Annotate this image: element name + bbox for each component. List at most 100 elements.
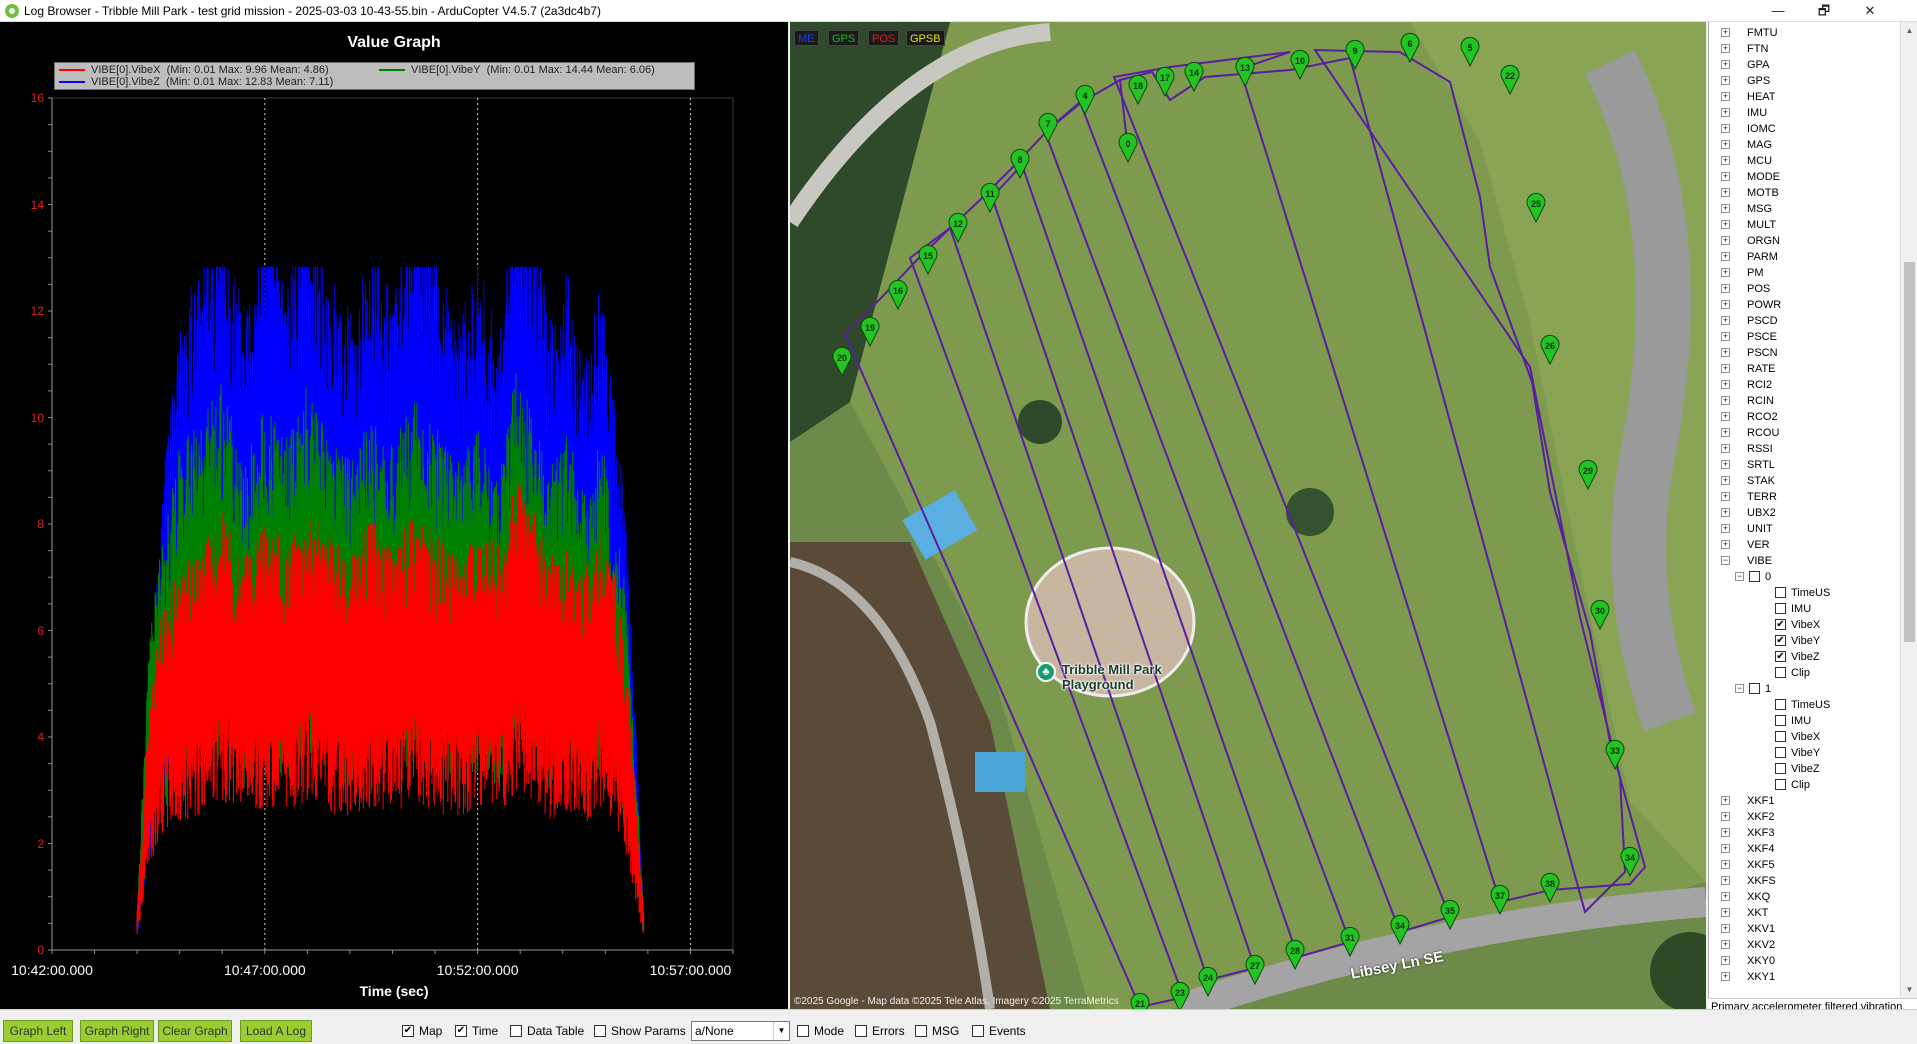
tree-item[interactable]: MODE [1747,169,1780,185]
expand-icon[interactable]: + [1721,972,1730,981]
expand-icon[interactable]: + [1721,796,1730,805]
tree-item[interactable]: XKV1 [1747,921,1775,937]
expand-icon[interactable]: + [1721,828,1730,837]
checkbox-icon[interactable] [1775,667,1786,678]
close-button[interactable]: ✕ [1847,0,1893,22]
tree-item-instance[interactable]: 1 [1765,681,1771,697]
tree-item[interactable]: HEAT [1747,89,1776,105]
log-message-tree[interactable]: + FMTU + FTN + GPA + GPS + HEAT + IMU + IOMC + MAG + MCU +… [1708,22,1917,998]
tree-item[interactable]: POS [1747,281,1770,297]
tree-field-vibey[interactable]: VibeY [1791,745,1820,761]
expand-icon[interactable]: + [1721,540,1730,549]
expand-icon[interactable]: + [1721,268,1730,277]
expand-icon[interactable]: + [1721,332,1730,341]
expand-icon[interactable]: + [1721,508,1730,517]
tree-item[interactable]: XKF1 [1747,793,1775,809]
collapse-icon[interactable]: − [1735,684,1744,693]
checkbox-icon[interactable] [1749,683,1760,694]
expand-icon[interactable]: + [1721,844,1730,853]
scroll-down-icon[interactable]: ▼ [1901,981,1917,998]
layer-tag-pos[interactable]: POS [868,30,900,46]
tree-item[interactable]: GPA [1747,57,1769,73]
checkbox-icon[interactable] [1775,731,1786,742]
collapse-icon[interactable]: − [1735,572,1744,581]
expand-icon[interactable]: + [1721,380,1730,389]
expand-icon[interactable]: + [1721,28,1730,37]
events-checkbox[interactable]: Events [972,1024,1026,1038]
expand-icon[interactable]: + [1721,812,1730,821]
tree-field-timeus[interactable]: TimeUS [1791,585,1830,601]
tree-item[interactable]: VER [1747,537,1770,553]
tree-item[interactable]: PM [1747,265,1764,281]
tree-item[interactable]: RCI2 [1747,377,1772,393]
tree-item[interactable]: MOTB [1747,185,1779,201]
tree-item[interactable]: RCIN [1747,393,1774,409]
poi-playground[interactable]: ♣ Tribble Mill Park Playground [1036,662,1182,692]
expand-icon[interactable]: + [1721,460,1730,469]
expand-icon[interactable]: + [1721,940,1730,949]
tree-field-imu[interactable]: IMU [1791,713,1811,729]
checkbox-box[interactable] [797,1025,809,1037]
expand-icon[interactable]: + [1721,364,1730,373]
tree-item-instance[interactable]: 0 [1765,569,1771,585]
tree-field-vibex[interactable]: VibeX [1791,729,1820,745]
tree-field-vibey[interactable]: VibeY [1791,633,1820,649]
tree-field-vibez[interactable]: VibeZ [1791,761,1820,777]
tree-item[interactable]: XKY0 [1747,953,1775,969]
tree-item[interactable]: PARM [1747,249,1778,265]
tree-field-vibez[interactable]: VibeZ [1791,649,1820,665]
tree-field-vibex[interactable]: VibeX [1791,617,1820,633]
checkbox-icon[interactable]: ✔ [1775,619,1786,630]
expand-icon[interactable]: + [1721,444,1730,453]
value-graph-panel[interactable]: Value Graph VIBE[0].VibeX (Min: 0.01 Max… [0,22,788,1009]
tree-item[interactable]: FMTU [1747,25,1778,41]
tree-item[interactable]: SRTL [1747,457,1775,473]
tree-item[interactable]: XKQ [1747,889,1770,905]
tree-item[interactable]: PSCD [1747,313,1778,329]
checkbox-box[interactable] [915,1025,927,1037]
tree-item[interactable]: XKF3 [1747,825,1775,841]
expand-icon[interactable]: + [1721,348,1730,357]
layer-tag-me[interactable]: ME [794,30,819,46]
expand-icon[interactable]: + [1721,156,1730,165]
map-panel[interactable]: 0 4 7 8 11 12 15 16 19 20 21 23 24 27 28 31 34 35 37 38 34 33… [790,22,1706,1009]
time-checkbox[interactable]: ✔ Time [455,1024,498,1038]
tree-scrollbar[interactable]: ▲ ▼ [1900,22,1917,998]
checkbox-box[interactable]: ✔ [455,1025,467,1037]
expand-icon[interactable]: + [1721,860,1730,869]
expand-icon[interactable]: + [1721,396,1730,405]
expand-icon[interactable]: + [1721,92,1730,101]
expand-icon[interactable]: + [1721,492,1730,501]
checkbox-icon[interactable] [1749,571,1760,582]
expand-icon[interactable]: + [1721,876,1730,885]
graph-left-button[interactable]: Graph Left [3,1020,73,1042]
tree-item[interactable]: XKF2 [1747,809,1775,825]
tree-field-clip[interactable]: Clip [1791,777,1810,793]
tree-item[interactable]: XKFS [1747,873,1776,889]
tree-item[interactable]: VIBE [1747,553,1772,569]
checkbox-box[interactable] [855,1025,867,1037]
expand-icon[interactable]: + [1721,284,1730,293]
tree-field-clip[interactable]: Clip [1791,665,1810,681]
checkbox-icon[interactable] [1775,603,1786,614]
checkbox-box[interactable] [510,1025,522,1037]
load-log-button[interactable]: Load A Log [240,1020,312,1042]
expand-icon[interactable]: + [1721,124,1730,133]
layer-tag-gps[interactable]: GPS [828,30,860,46]
msg-checkbox[interactable]: MSG [915,1024,959,1038]
tree-item[interactable]: PSCE [1747,329,1777,345]
graph-plot[interactable] [0,22,788,1009]
chevron-down-icon[interactable]: ▼ [773,1022,789,1040]
tree-item[interactable]: RSSI [1747,441,1773,457]
tree-item[interactable]: MAG [1747,137,1772,153]
tree-field-imu[interactable]: IMU [1791,601,1811,617]
mode-dropdown[interactable]: a/None ▼ [691,1021,790,1041]
expand-icon[interactable]: + [1721,252,1730,261]
expand-icon[interactable]: + [1721,204,1730,213]
checkbox-icon[interactable] [1775,747,1786,758]
map-checkbox[interactable]: ✔ Map [402,1024,442,1038]
errors-checkbox[interactable]: Errors [855,1024,905,1038]
tree-item[interactable]: POWR [1747,297,1781,313]
expand-icon[interactable]: + [1721,924,1730,933]
data-table-checkbox[interactable]: Data Table [510,1024,584,1038]
